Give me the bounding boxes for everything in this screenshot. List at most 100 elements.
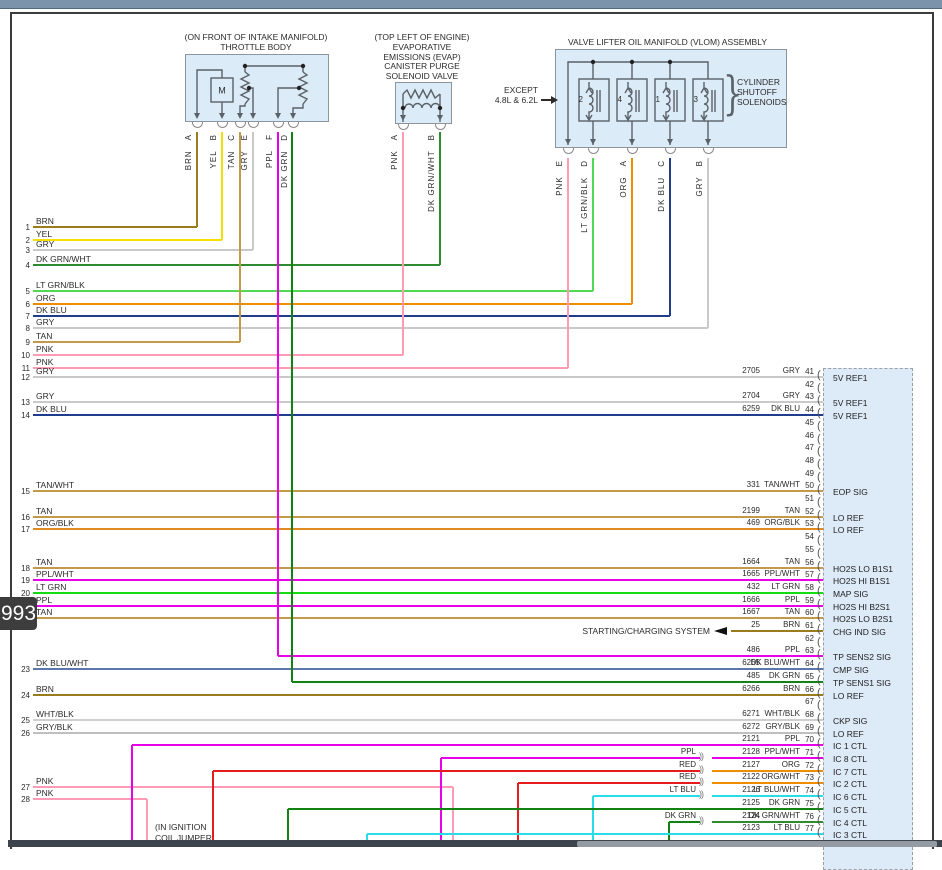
left-wire-label: BRN — [36, 684, 54, 694]
ignition-coil-note-line: (IN IGNITION — [155, 822, 206, 832]
left-wire-number: 4 — [12, 261, 30, 270]
terminal-connector-icon — [665, 148, 676, 154]
left-wire-label: DK BLU — [36, 404, 67, 414]
pin-socket: ( — [817, 636, 821, 648]
left-wire-23 — [33, 668, 823, 670]
horizontal-scrollbar[interactable] — [8, 840, 942, 847]
pin-socket: ( — [817, 725, 821, 737]
pin-socket: ( — [817, 699, 821, 711]
left-wire-number: 7 — [12, 312, 30, 321]
pin-socket: ( — [817, 585, 821, 597]
except-arrow — [551, 96, 558, 104]
terminal-connector-icon — [273, 122, 284, 128]
pin-signal-label: IC 6 CTL — [833, 792, 867, 802]
pin-number: 64 — [790, 659, 814, 668]
left-wire-number: 14 — [12, 411, 30, 420]
terminal-connector-icon — [192, 122, 203, 128]
splice-feed-color: LT BLU — [600, 785, 696, 794]
pin-number: 51 — [790, 494, 814, 503]
left-wire-label: ORG — [36, 293, 55, 303]
diagram-layer: (ON FRONT OF INTAKE MANIFOLD) THROTTLE B… — [0, 0, 942, 847]
pin-socket: ( — [817, 547, 821, 559]
pin-signal-label: IC 8 CTL — [833, 754, 867, 764]
terminal-arrow-icon — [437, 115, 443, 121]
throttle-body-schematic: M — [185, 54, 327, 120]
throttle-terminal-label: PPL F — [265, 134, 274, 168]
left-wire-label: TAN — [36, 607, 52, 617]
left-wire-label: TAN — [36, 506, 52, 516]
left-wire-number: 18 — [12, 564, 30, 573]
left-wire-11 — [33, 367, 568, 369]
pin-socket: ( — [817, 750, 821, 762]
pin-socket: ( — [817, 572, 821, 584]
left-wire-27 — [33, 786, 453, 788]
terminal-arrow-icon — [565, 139, 571, 145]
scrollbar-thumb[interactable] — [577, 841, 937, 847]
wire-segment — [517, 783, 519, 847]
left-wire-5-riser — [592, 158, 594, 291]
pin-number: 73 — [790, 773, 814, 782]
pin-signal-label: IC 4 CTL — [833, 818, 867, 828]
pin-number: 72 — [790, 761, 814, 770]
left-wire-number: 23 — [12, 665, 30, 674]
left-wire-27-drop — [452, 787, 454, 847]
pin-number: 41 — [790, 367, 814, 376]
left-wire-label: PNK — [36, 788, 53, 798]
wire-segment — [277, 132, 279, 656]
left-wire-10-riser — [402, 132, 404, 355]
left-wire-5 — [33, 290, 593, 292]
left-wire-22 — [33, 617, 823, 619]
pin-socket: ( — [817, 394, 821, 406]
wire-segment — [288, 808, 823, 810]
left-wire-number: 2 — [12, 236, 30, 245]
left-wire-label: TAN — [36, 331, 52, 341]
pin-socket: ( — [817, 648, 821, 660]
pin-socket: ( — [817, 687, 821, 699]
solenoid-coil-icon — [700, 82, 720, 126]
pin-signal-label: TP SENS2 SIG — [833, 652, 891, 662]
vlom-name: VALVE LIFTER OIL MANIFOLD (VLOM) ASSEMBL… — [545, 38, 790, 48]
throttle-terminal-label: DK GRN D — [280, 134, 289, 188]
terminal-arrow-icon — [250, 113, 256, 119]
left-wire-label: TAN/WHT — [36, 480, 74, 490]
splice-feed-color: PPL — [600, 747, 696, 756]
left-wire-number: 26 — [12, 729, 30, 738]
terminal-connector-icon — [627, 148, 638, 154]
left-wire-19 — [33, 579, 823, 581]
wire-segment — [518, 782, 700, 784]
terminal-connector-icon — [703, 148, 714, 154]
left-wire-10 — [33, 354, 403, 356]
wire-segment — [731, 630, 823, 632]
pin-socket: ( — [817, 382, 821, 394]
vlom-terminal-label: ORG A — [619, 160, 628, 198]
terminal-arrow-icon — [705, 139, 711, 145]
left-wire-7 — [33, 315, 670, 317]
pin-number: 57 — [790, 570, 814, 579]
pin-number: 54 — [790, 532, 814, 541]
terminal-connector-icon — [398, 124, 409, 130]
terminal-connector-icon — [588, 148, 599, 154]
left-wire-17 — [33, 528, 823, 530]
left-wire-label: LT GRN/BLK — [36, 280, 85, 290]
left-wire-number: 9 — [12, 338, 30, 347]
motor-letter: M — [218, 86, 226, 96]
pin-signal-label: IC 2 CTL — [833, 779, 867, 789]
vlom-terminal-label: LT GRN/BLK D — [580, 160, 589, 233]
pin-number: 74 — [790, 786, 814, 795]
left-wire-3 — [33, 249, 253, 251]
pin-signal-label: LO REF — [833, 729, 864, 739]
pin-socket: ( — [817, 661, 821, 673]
pin-socket: ( — [817, 737, 821, 749]
left-wire-7-riser — [669, 158, 671, 316]
left-wire-6 — [33, 303, 632, 305]
wire-segment — [712, 757, 823, 759]
pin-number: 61 — [790, 621, 814, 630]
left-wire-number: 16 — [12, 513, 30, 522]
terminal-connector-icon — [217, 122, 228, 128]
terminal-arrow-icon — [290, 113, 296, 119]
left-wire-label: GRY — [36, 317, 54, 327]
left-wire-2 — [33, 239, 222, 241]
pin-number: 67 — [790, 697, 814, 706]
pin-number: 75 — [790, 799, 814, 808]
terminal-connector-icon — [248, 122, 259, 128]
